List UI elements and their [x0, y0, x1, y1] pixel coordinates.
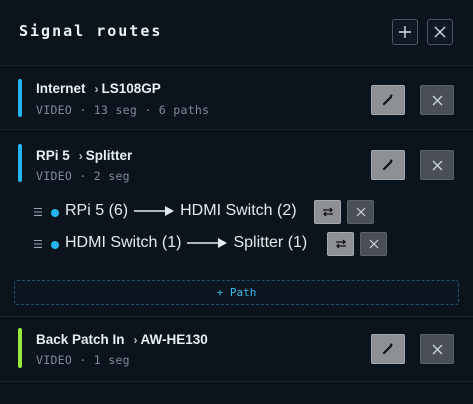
route-summary: VIDEO · 1 seg: [36, 353, 130, 367]
route-color-bar: [18, 328, 22, 368]
delete-route-button[interactable]: [420, 85, 454, 115]
drag-handle-icon[interactable]: ☰: [33, 238, 43, 251]
pencil-icon: [382, 94, 393, 106]
close-icon: [432, 160, 442, 170]
route-destination: AW-HE130: [140, 332, 208, 347]
arrow-right-icon: [187, 238, 228, 248]
path-to: Splitter (1): [233, 234, 308, 251]
chevron-right-icon: ›: [94, 82, 99, 96]
swap-icon: [322, 207, 333, 217]
close-icon: [432, 344, 442, 354]
delete-route-button[interactable]: [420, 334, 454, 364]
close-icon: [434, 26, 446, 38]
pencil-icon: [382, 343, 393, 355]
route-title: Internet › LS108GP: [36, 81, 161, 96]
path-row[interactable]: ☰ HDMI Switch (1) Splitter (1): [0, 232, 473, 258]
arrow-right-icon: [134, 206, 175, 216]
edit-route-button[interactable]: [371, 334, 405, 364]
close-panel-button[interactable]: [427, 19, 453, 45]
chevron-right-icon: ›: [133, 333, 138, 347]
path-status-dot: [51, 209, 59, 217]
edit-route-button[interactable]: [371, 150, 405, 180]
remove-path-button[interactable]: [360, 232, 387, 256]
route-card[interactable]: Internet › LS108GP VIDEO · 13 seg · 6 path…: [0, 67, 473, 130]
plus-icon: [399, 26, 411, 38]
route-destination: Splitter: [85, 148, 133, 163]
edit-route-button[interactable]: [371, 85, 405, 115]
add-route-button[interactable]: [392, 19, 418, 45]
route-destination: LS108GP: [101, 81, 161, 96]
path-from: HDMI Switch (1): [65, 234, 182, 251]
route-title: Back Patch In › AW-HE130: [36, 332, 208, 347]
path-from: RPi 5 (6): [65, 202, 129, 219]
route-source: Back Patch In: [36, 332, 125, 347]
route-color-bar: [18, 144, 22, 182]
close-icon: [432, 95, 442, 105]
swap-path-button[interactable]: [327, 232, 354, 256]
path-row[interactable]: ☰ RPi 5 (6) HDMI Switch (2): [0, 200, 473, 226]
route-title: RPi 5 › Splitter: [36, 148, 132, 163]
chevron-right-icon: ›: [78, 149, 83, 163]
path-description: RPi 5 (6) HDMI Switch (2): [65, 202, 297, 220]
route-card[interactable]: Back Patch In › AW-HE130 VIDEO · 1 seg: [0, 318, 473, 382]
route-summary: VIDEO · 2 seg: [36, 169, 130, 183]
pencil-icon: [382, 159, 393, 171]
panel-header: Signal routes: [0, 0, 473, 66]
panel-title: Signal routes: [19, 22, 163, 40]
swap-icon: [335, 239, 346, 249]
route-summary: VIDEO · 13 seg · 6 paths: [36, 103, 210, 117]
delete-route-button[interactable]: [420, 150, 454, 180]
route-source: Internet: [36, 81, 86, 96]
add-path-button[interactable]: + Path: [14, 280, 459, 305]
remove-path-button[interactable]: [347, 200, 374, 224]
drag-handle-icon[interactable]: ☰: [33, 206, 43, 219]
close-icon: [356, 207, 365, 217]
close-icon: [369, 239, 378, 249]
path-status-dot: [51, 241, 59, 249]
path-description: HDMI Switch (1) Splitter (1): [65, 234, 307, 252]
route-source: RPi 5: [36, 148, 70, 163]
signal-routes-panel: Signal routes Internet › LS108GP VIDEO · 1…: [0, 0, 473, 404]
route-color-bar: [18, 79, 22, 117]
path-to: HDMI Switch (2): [180, 202, 297, 219]
swap-path-button[interactable]: [314, 200, 341, 224]
